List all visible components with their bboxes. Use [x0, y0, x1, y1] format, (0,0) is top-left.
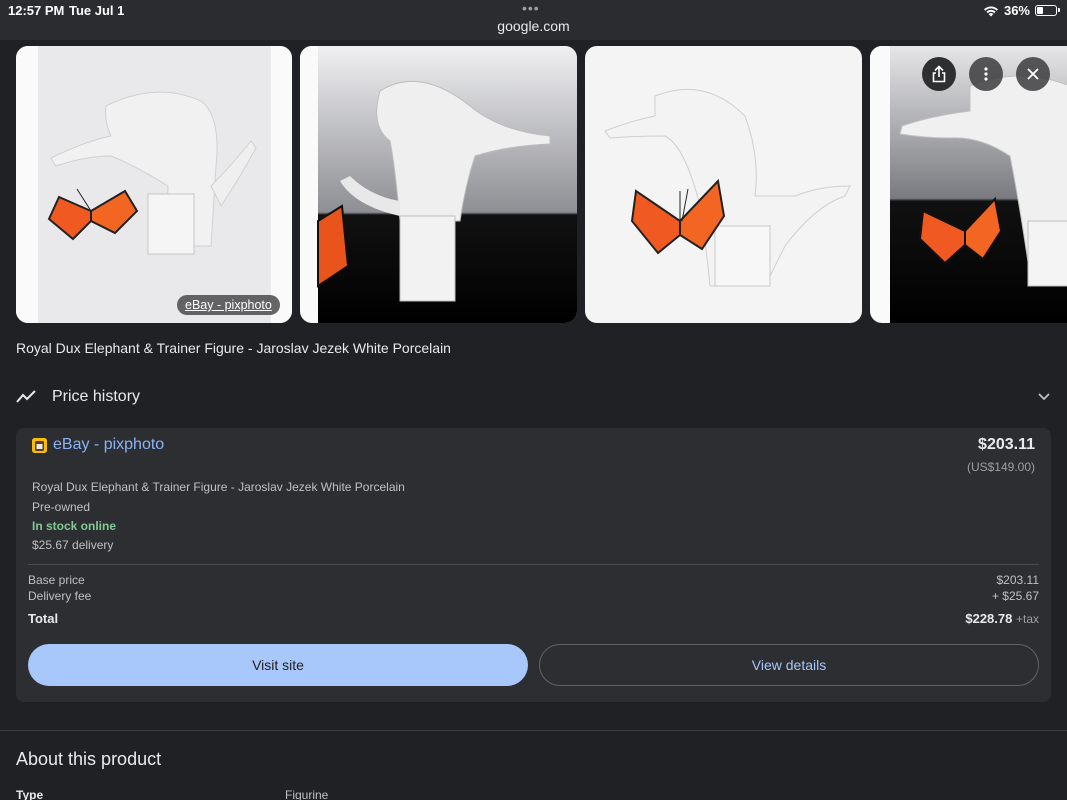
image-source-chip[interactable]: eBay - pixphoto	[177, 295, 280, 315]
more-vert-icon	[984, 67, 988, 81]
chevron-down-icon	[1038, 393, 1050, 401]
offer-card: eBay - pixphoto $203.11 (US$149.00) Roya…	[16, 428, 1051, 702]
visit-site-button[interactable]: Visit site	[28, 644, 528, 686]
card-divider	[28, 564, 1039, 565]
trending-icon	[16, 390, 36, 403]
close-icon	[1027, 68, 1039, 80]
type-label: Type	[16, 788, 44, 800]
status-time: 12:57 PM	[8, 3, 65, 18]
total-amount: $228.78	[965, 611, 1013, 626]
battery-percent: 36%	[1003, 3, 1030, 18]
delivery-fee-label: Delivery fee	[28, 589, 92, 603]
price-history-toggle[interactable]: Price history	[16, 388, 1051, 408]
offer-condition: Pre-owned	[32, 500, 91, 514]
total-label: Total	[28, 611, 59, 626]
battery-icon	[1035, 5, 1060, 16]
product-image-1[interactable]: eBay - pixphoto	[16, 46, 292, 323]
status-right: 36%	[983, 3, 1060, 18]
offer-price-usd: (US$149.00)	[966, 460, 1035, 474]
product-image-2[interactable]	[300, 46, 577, 323]
offer-description: Royal Dux Elephant & Trainer Figure - Ja…	[32, 480, 405, 494]
status-bar: 12:57 PM Tue Jul 1 ••• google.com 36%	[0, 0, 1067, 40]
store-name-link[interactable]: eBay - pixphoto	[53, 436, 164, 454]
wifi-icon	[983, 6, 998, 16]
delivery-cost: $25.67 delivery	[32, 538, 114, 552]
base-price-value: $203.11	[996, 573, 1040, 587]
stock-status: In stock online	[32, 519, 117, 533]
product-title: Royal Dux Elephant & Trainer Figure - Ja…	[16, 340, 451, 356]
close-button[interactable]	[1016, 57, 1050, 91]
ebay-favicon-icon	[32, 438, 47, 453]
tax-note: +tax	[1015, 612, 1039, 626]
about-heading: About this product	[16, 749, 162, 769]
share-button[interactable]	[922, 57, 956, 91]
share-icon	[932, 65, 946, 83]
view-details-button[interactable]: View details	[539, 644, 1039, 686]
more-options-button[interactable]	[969, 57, 1003, 91]
product-image-3[interactable]	[585, 46, 862, 323]
delivery-fee-value: + $25.67	[991, 589, 1039, 603]
status-date: Tue Jul 1	[69, 3, 125, 18]
type-value: Figurine	[285, 788, 329, 800]
price-history-label: Price history	[52, 388, 141, 405]
section-divider	[0, 730, 1067, 731]
offer-price: $203.11	[978, 436, 1035, 453]
base-price-label: Base price	[28, 573, 85, 587]
address-bar-url[interactable]: google.com	[0, 18, 1067, 34]
total-value: $228.78 +tax	[965, 611, 1039, 626]
multitasking-dots-icon[interactable]: •••	[522, 0, 540, 16]
battery-fill	[1037, 7, 1043, 14]
